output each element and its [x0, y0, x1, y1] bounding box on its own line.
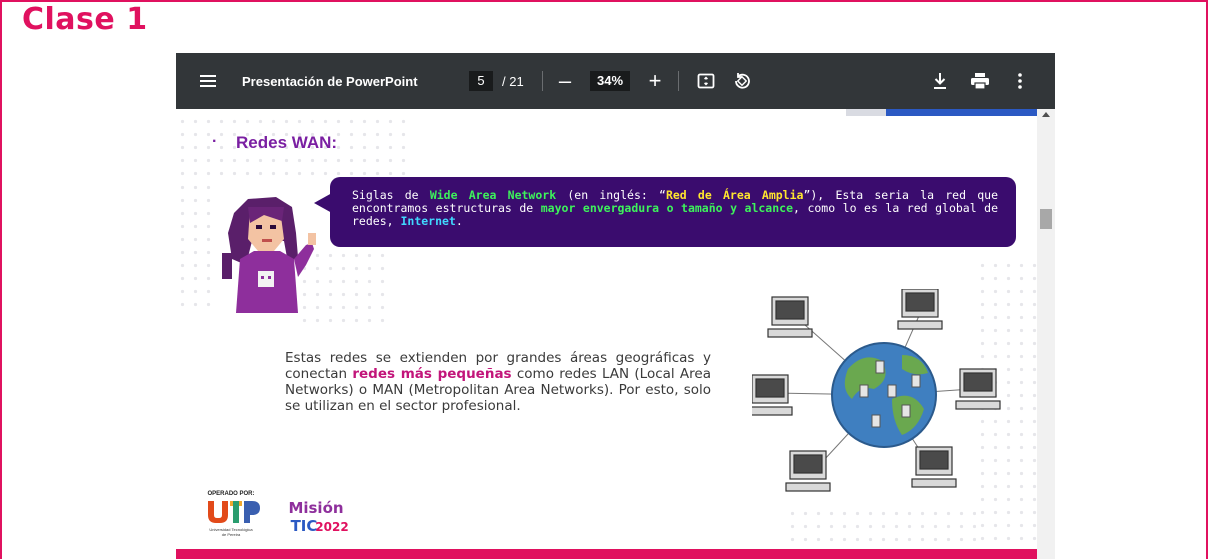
highlight-mayor-envergadura: mayor envergadura o tamaño y alcance [540, 201, 794, 215]
pixel-character-image [222, 197, 316, 313]
viewer-toolbar: Presentación de PowerPoint 5 / 21 – 34% … [176, 53, 1055, 109]
logo-tic-text: TIC [291, 517, 318, 535]
logo-year-text: 2022 [315, 520, 348, 534]
logo-operado-label: OPERADO POR: [207, 491, 254, 497]
menu-icon[interactable] [196, 53, 220, 109]
mision-tic-logo: Misión TIC 2022 [288, 499, 348, 535]
pdf-viewer: Presentación de PowerPoint 5 / 21 – 34% … [176, 53, 1055, 559]
zoom-level-input[interactable]: 34% [590, 71, 630, 91]
print-icon[interactable] [968, 53, 992, 109]
speech-bubble-text: Siglas de Wide Area Network (en inglés: … [352, 188, 999, 228]
dot-pattern [176, 181, 216, 311]
highlight-internet: Internet [400, 214, 456, 228]
zoom-out-button[interactable]: – [552, 53, 578, 109]
more-vert-icon[interactable] [1010, 53, 1030, 109]
scroll-up-arrow-icon[interactable] [1042, 112, 1050, 117]
logo-mision-text: Misión [288, 499, 343, 517]
scrollbar-thumb[interactable] [1040, 209, 1052, 229]
slide-heading: Redes WAN: [236, 133, 338, 152]
slide-top-tab [846, 109, 886, 116]
utp-subtitle: de Pereira [222, 532, 241, 537]
page-title: Clase 1 [22, 2, 148, 37]
page-number-input[interactable]: 5 [469, 71, 493, 91]
download-icon[interactable] [928, 53, 952, 109]
zoom-in-button[interactable]: + [642, 53, 668, 109]
highlight-redes-mas-pequenas: redes más pequeñas [352, 366, 512, 382]
toolbar-divider [678, 71, 679, 91]
wan-network-diagram [752, 289, 1001, 492]
page-total: / 21 [502, 73, 524, 89]
document-title: Presentación de PowerPoint [242, 73, 418, 89]
fit-page-icon[interactable] [694, 53, 718, 109]
slide-bottom-bar [176, 549, 1037, 559]
heading-bullet: · [212, 133, 218, 150]
body-paragraph: Estas redes se extienden por grandes áre… [285, 350, 711, 414]
slide-top-tab [886, 109, 1037, 116]
toolbar-divider [542, 71, 543, 91]
highlight-red-area-amplia: Red de Área Amplia [665, 188, 804, 202]
dot-pattern [786, 507, 976, 547]
highlight-wide-area-network: Wide Area Network [429, 188, 557, 202]
slide-page: · Redes WAN: Siglas de Wide Area Network… [176, 109, 1037, 549]
vertical-scrollbar[interactable] [1037, 109, 1055, 559]
utp-logo: OPERADO POR: Universidad Tecnológica de … [207, 491, 260, 537]
rotate-icon[interactable] [730, 53, 754, 109]
